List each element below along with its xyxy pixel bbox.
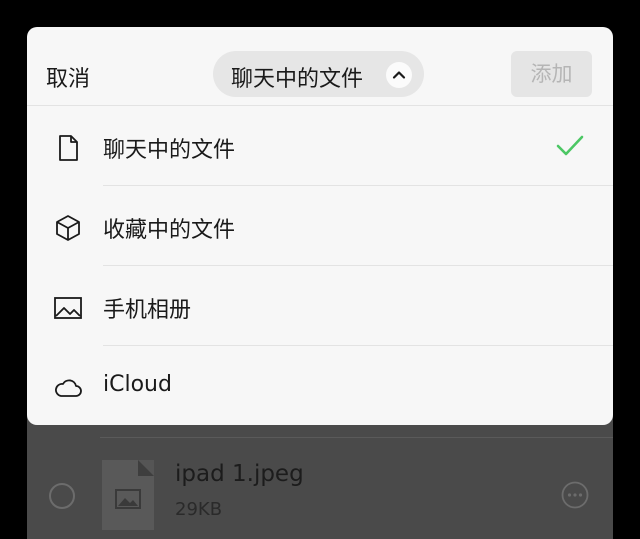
source-menu: 聊天中的文件 收藏中的文件 手机相册 iCloud (27, 106, 613, 425)
file-list-backdrop: ipad 1.jpeg 29KB (27, 405, 613, 539)
cloud-icon (55, 379, 82, 397)
menu-item-favorite-files[interactable]: 收藏中的文件 (27, 186, 613, 266)
menu-item-chat-files[interactable]: 聊天中的文件 (27, 106, 613, 186)
source-selector[interactable]: 聊天中的文件 (213, 51, 424, 97)
sheet-header: 取消 聊天中的文件 添加 (27, 27, 613, 105)
add-button[interactable]: 添加 (511, 51, 592, 97)
file-source-sheet: 取消 聊天中的文件 添加 聊天中的文件 收藏中的文件 手机相册 iCloud (27, 27, 613, 425)
document-icon (59, 135, 78, 161)
file-row[interactable]: ipad 1.jpeg 29KB (27, 447, 613, 539)
select-radio[interactable] (49, 483, 75, 509)
file-size: 29KB (175, 499, 223, 520)
list-divider (100, 437, 613, 438)
menu-item-label: 聊天中的文件 (103, 138, 236, 163)
menu-item-photo-album[interactable]: 手机相册 (27, 266, 613, 346)
cube-icon (56, 215, 80, 241)
file-name: ipad 1.jpeg (175, 461, 304, 487)
more-icon[interactable] (561, 481, 589, 509)
photo-icon (54, 297, 82, 319)
menu-item-label: 手机相册 (103, 298, 192, 323)
checkmark-icon (556, 135, 584, 156)
cancel-button[interactable]: 取消 (46, 61, 90, 93)
menu-item-label: 收藏中的文件 (103, 218, 236, 243)
menu-item-icloud[interactable]: iCloud (27, 346, 613, 425)
source-selector-label: 聊天中的文件 (231, 67, 364, 92)
chevron-up-icon (386, 62, 412, 88)
screen: ipad 1.jpeg 29KB 取消 聊天中的文件 添加 聊天中的文件 收藏中… (0, 0, 640, 539)
image-file-icon (102, 460, 154, 530)
menu-item-label: iCloud (103, 372, 172, 397)
